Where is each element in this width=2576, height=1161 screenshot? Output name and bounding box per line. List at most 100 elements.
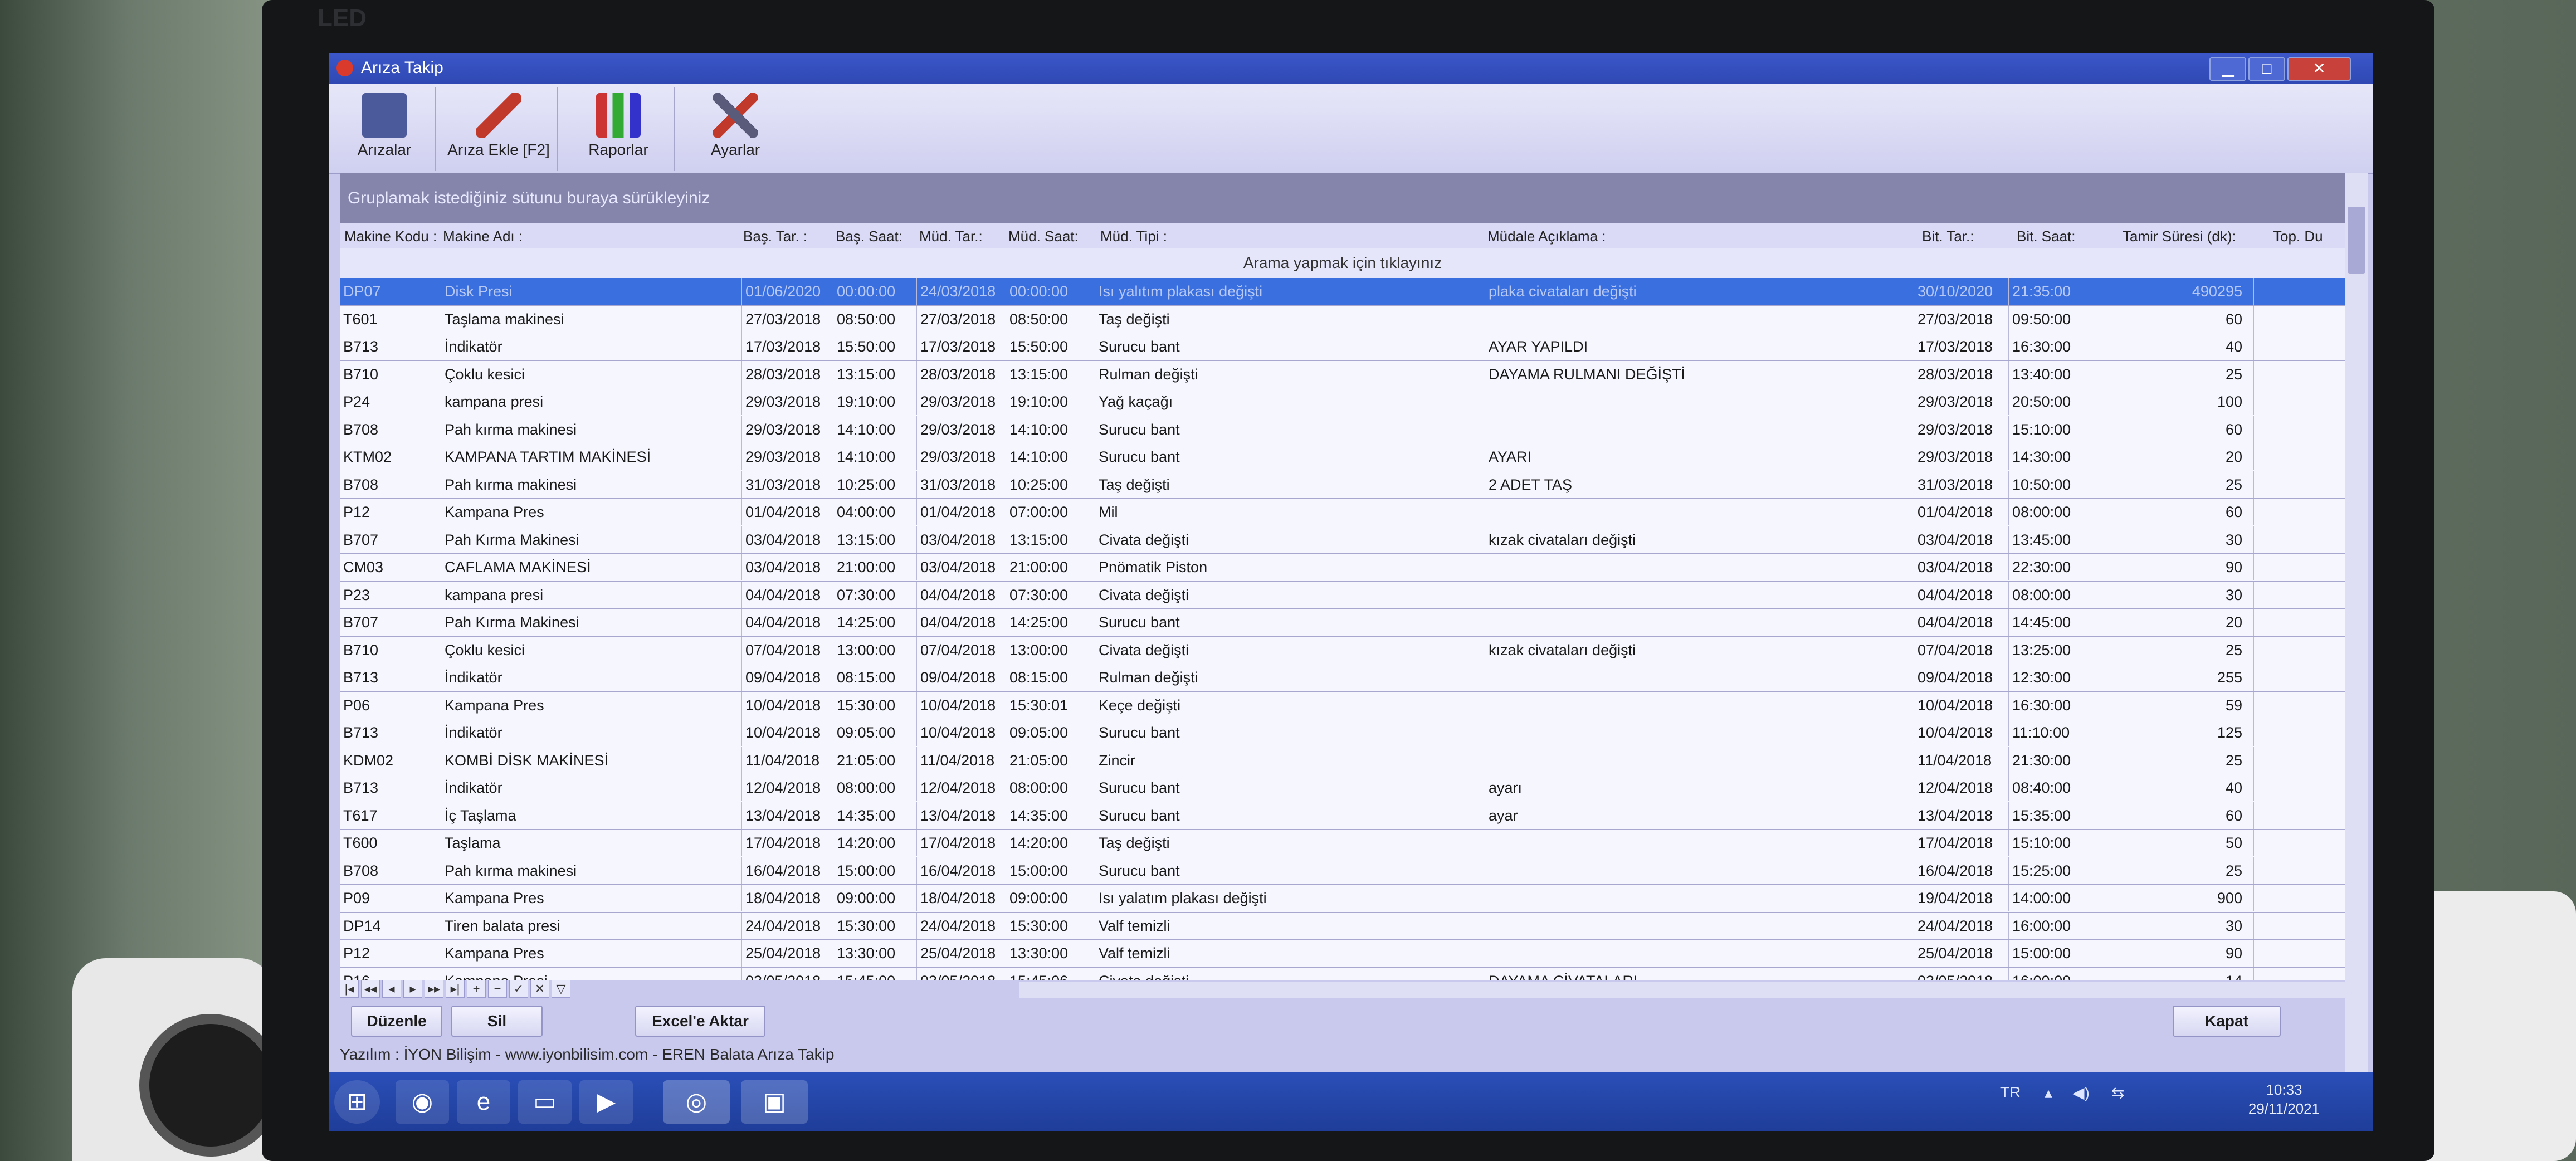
cell-bit-tar[interactable]: 04/04/2018 [1914,609,2009,636]
col-header[interactable]: Baş. Tar. : [743,228,807,245]
cell-kod[interactable]: KDM02 [340,747,441,774]
nav-button[interactable]: − [488,980,507,998]
cell-tip[interactable]: Rulman değişti [1095,664,1485,691]
cell-bit-saat[interactable]: 15:00:00 [2009,940,2120,967]
cell-bit-saat[interactable]: 20:50:00 [2009,388,2120,415]
cell-kod[interactable]: B713 [340,774,441,801]
cell-tip[interactable]: Surucu bant [1095,609,1485,636]
cell-mud-saat[interactable]: 14:10:00 [1006,416,1095,443]
cell-bit-tar[interactable]: 27/03/2018 [1914,305,2009,333]
cell-bas-tar[interactable]: 16/04/2018 [742,857,833,884]
cell-aciklama[interactable] [1485,388,1914,415]
cell-aciklama[interactable] [1485,554,1914,580]
cell-kod[interactable]: B710 [340,360,441,388]
table-row[interactable]: P12 Kampana Pres 01/04/2018 04:00:00 01/04/2… [340,499,2345,526]
cell-tip[interactable]: Mil [1095,499,1485,525]
col-header[interactable]: Müd. Saat: [1008,228,1079,245]
cell-mud-tar[interactable]: 11/04/2018 [917,747,1006,774]
cell-ad[interactable]: Çoklu kesici [441,360,742,388]
cell-bas-tar[interactable]: 27/03/2018 [742,305,833,333]
table-row[interactable]: B707 Pah Kırma Makinesi 03/04/2018 13:15:00… [340,526,2345,554]
cell-bit-saat[interactable]: 13:45:00 [2009,526,2120,553]
toolbar-ayarlar[interactable]: Ayarlar [680,87,791,171]
cell-mud-tar[interactable]: 12/04/2018 [917,774,1006,801]
cell-sure[interactable]: 25 [2120,360,2254,388]
clock[interactable]: 10:33 29/11/2021 [2240,1080,2329,1118]
cell-tip[interactable]: Surucu bant [1095,802,1485,829]
nav-button[interactable]: ✕ [530,980,549,998]
cell-ad[interactable]: İç Taşlama [441,802,742,829]
cell-mud-saat[interactable]: 13:00:00 [1006,636,1095,664]
cell-mud-tar[interactable]: 09/04/2018 [917,664,1006,691]
cell-bas-tar[interactable]: 25/04/2018 [742,940,833,967]
table-row[interactable]: B707 Pah Kırma Makinesi 04/04/2018 14:25:00… [340,609,2345,637]
cell-tip[interactable]: Civata değişti [1095,636,1485,664]
cell-bas-tar[interactable]: 07/04/2018 [742,636,833,664]
table-row[interactable]: CM03 CAFLAMA MAKİNESİ 03/04/2018 21:00:00 03… [340,554,2345,582]
cell-mud-tar[interactable]: 04/04/2018 [917,609,1006,636]
cell-mud-tar[interactable]: 27/03/2018 [917,305,1006,333]
cell-sure[interactable]: 20 [2120,609,2254,636]
cell-aciklama[interactable] [1485,305,1914,333]
cell-kod[interactable]: P16 [340,967,441,980]
cell-bas-saat[interactable]: 15:30:00 [833,912,917,939]
table-row[interactable]: T600 Taşlama 17/04/2018 14:20:00 17/04/2018 1… [340,830,2345,857]
cell-tip[interactable]: Surucu bant [1095,857,1485,884]
cell-bit-tar[interactable]: 29/03/2018 [1914,388,2009,415]
cell-mud-saat[interactable]: 09:00:00 [1006,885,1095,911]
cell-bas-tar[interactable]: 29/03/2018 [742,443,833,470]
cell-kod[interactable]: P12 [340,940,441,967]
cell-mud-saat[interactable]: 07:30:00 [1006,581,1095,608]
cell-ad[interactable]: Pah kırma makinesi [441,416,742,443]
cell-bas-saat[interactable]: 08:15:00 [833,664,917,691]
horizontal-scrollbar[interactable] [1019,982,2345,998]
cell-sure[interactable]: 40 [2120,333,2254,360]
language-indicator[interactable]: TR [2000,1084,2021,1101]
cell-sure[interactable]: 60 [2120,416,2254,443]
cell-ad[interactable]: Tiren balata presi [441,912,742,939]
cell-bit-saat[interactable]: 15:10:00 [2009,416,2120,443]
cell-bit-saat[interactable]: 22:30:00 [2009,554,2120,580]
close-window-button[interactable]: ✕ [2287,57,2351,81]
cell-bit-tar[interactable]: 29/03/2018 [1914,443,2009,470]
toolbar-arizalar[interactable]: Arızalar [334,87,436,171]
cell-bit-saat[interactable]: 14:30:00 [2009,443,2120,470]
cell-aciklama[interactable] [1485,912,1914,939]
cell-ad[interactable]: Pah Kırma Makinesi [441,609,742,636]
cell-bit-saat[interactable]: 14:45:00 [2009,609,2120,636]
cell-bit-saat[interactable]: 13:40:00 [2009,360,2120,388]
cell-sure[interactable]: 490295 [2120,278,2254,305]
folder-icon[interactable]: ▭ [518,1080,572,1124]
cell-aciklama[interactable] [1485,719,1914,746]
cell-mud-tar[interactable]: 07/04/2018 [917,636,1006,664]
cell-mud-tar[interactable]: 01/04/2018 [917,499,1006,525]
cell-mud-saat[interactable]: 13:15:00 [1006,526,1095,553]
cell-mud-saat[interactable]: 15:45:06 [1006,967,1095,980]
cell-sure[interactable]: 25 [2120,471,2254,498]
cell-bas-tar[interactable]: 11/04/2018 [742,747,833,774]
col-header[interactable]: Bit. Tar.: [1922,228,1974,245]
table-row[interactable]: B708 Pah kırma makinesi 31/03/2018 10:25:00… [340,471,2345,499]
cell-bit-tar[interactable]: 11/04/2018 [1914,747,2009,774]
volume-icon[interactable]: ◀) [2072,1084,2090,1102]
cell-mud-saat[interactable]: 14:20:00 [1006,830,1095,856]
cell-bit-tar[interactable]: 28/03/2018 [1914,360,2009,388]
cell-mud-tar[interactable]: 25/04/2018 [917,940,1006,967]
table-row[interactable]: DP07 Disk Presi 01/06/2020 00:00:00 24/03/20… [340,278,2345,306]
cell-aciklama[interactable] [1485,830,1914,856]
cell-mud-saat[interactable]: 14:25:00 [1006,609,1095,636]
cell-bas-saat[interactable]: 13:15:00 [833,526,917,553]
cell-tip[interactable]: Rulman değişti [1095,360,1485,388]
cell-ad[interactable]: KAMPANA TARTIM MAKİNESİ [441,443,742,470]
cell-bas-saat[interactable]: 07:30:00 [833,581,917,608]
group-panel[interactable]: Gruplamak istediğiniz sütunu buraya sürü… [340,173,2345,223]
cell-bit-saat[interactable]: 14:00:00 [2009,885,2120,911]
cell-sure[interactable]: 30 [2120,912,2254,939]
cell-tip[interactable]: Civata değişti [1095,967,1485,980]
col-header[interactable]: Baş. Saat: [836,228,902,245]
cell-bas-saat[interactable]: 00:00:00 [833,278,917,305]
cell-ad[interactable]: Kampana Pres [441,499,742,525]
cell-ad[interactable]: Pah kırma makinesi [441,857,742,884]
ie-icon[interactable]: e [457,1080,510,1124]
cell-sure[interactable]: 50 [2120,830,2254,856]
